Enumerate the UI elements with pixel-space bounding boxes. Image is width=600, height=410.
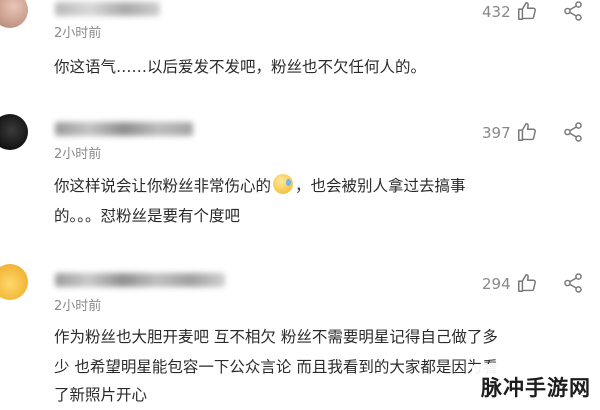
watermark: 脉冲手游网 <box>472 364 600 410</box>
like-count: 397 <box>482 124 511 142</box>
like-count: 294 <box>482 275 511 293</box>
comment-time: 2小时前 <box>54 147 102 162</box>
thumbs-up-icon[interactable] <box>516 272 538 294</box>
comment-text: 的。。。怼粉丝是要有个度吧 <box>54 207 241 225</box>
username-blurred[interactable] <box>55 122 193 136</box>
share-icon[interactable] <box>562 121 584 143</box>
username-blurred[interactable] <box>55 2 160 16</box>
avatar[interactable] <box>0 114 28 150</box>
comment-text: 了新照片开心 <box>54 386 148 404</box>
crying-face-emoji <box>273 174 294 194</box>
share-icon[interactable] <box>562 272 584 294</box>
avatar[interactable] <box>0 0 28 28</box>
comment-text: 作为粉丝也大胆开麦吧 互不相欠 粉丝不需要明星记得自己做了多 <box>54 328 498 346</box>
thumbs-up-icon[interactable] <box>516 0 538 22</box>
comment-text-part: ，也会被别人拿过去搞事 <box>295 177 466 195</box>
username-blurred[interactable] <box>55 273 225 287</box>
comment-time: 2小时前 <box>54 26 102 41</box>
like-count: 432 <box>482 3 511 21</box>
share-icon[interactable] <box>562 0 584 22</box>
comment-text: 你这语气……以后爱发不发吧，粉丝也不欠任何人的。 <box>54 58 427 76</box>
comment-time: 2小时前 <box>54 299 102 314</box>
thumbs-up-icon[interactable] <box>516 121 538 143</box>
comment-item: 2小时前 你这语气……以后爱发不发吧，粉丝也不欠任何人的。 432 <box>0 0 600 90</box>
comment-text: 少 也希望明星能包容一下公众言论 而且我看到的大家都是因为看 <box>54 358 498 376</box>
comment-text: 你这样说会让你粉丝非常伤心的 ，也会被别人拿过去搞事 <box>54 171 466 201</box>
comment-text-part: 你这样说会让你粉丝非常伤心的 <box>54 177 272 195</box>
avatar[interactable] <box>0 264 28 300</box>
comment-item: 2小时前 你这样说会让你粉丝非常伤心的 ，也会被别人拿过去搞事 的。。。怼粉丝是要… <box>0 108 600 248</box>
